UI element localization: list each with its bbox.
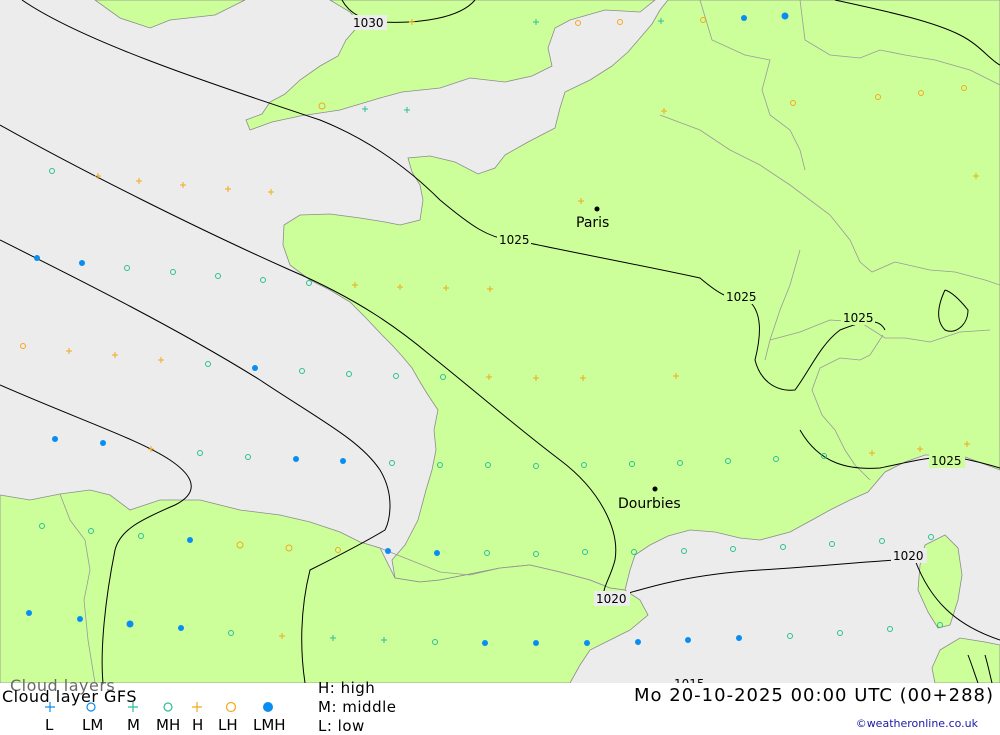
legend-key-low: L: low — [318, 717, 365, 735]
legend-abbr-lm: LM — [82, 716, 104, 734]
isobar-label: 1025 — [726, 290, 757, 304]
legend-abbr-lmh: LMH — [253, 716, 286, 734]
isobar-label: 1025 — [931, 454, 962, 468]
isobar-label: 1030 — [353, 16, 384, 30]
forecast-datetime: Mo 20-10-2025 00:00 UTC (00+288) — [634, 685, 994, 706]
low-symbol-icon — [45, 702, 55, 712]
city-label-dourbies: Dourbies — [618, 496, 681, 512]
isobar-label: 1025 — [499, 233, 530, 247]
low-middle-high-symbol-icon — [263, 702, 273, 712]
middle-symbol-icon — [128, 702, 138, 712]
high-symbol-icon — [192, 702, 202, 712]
legend-abbr-lh: LH — [218, 716, 238, 734]
city-label-paris: Paris — [576, 215, 609, 231]
legend-symbols — [45, 701, 273, 713]
low-high-symbol-icon — [225, 701, 237, 713]
legend-abbr-h: H — [192, 716, 204, 734]
legend-abbr-m: M — [127, 716, 140, 734]
isobar-label: 1020 — [893, 549, 924, 563]
source-credit-link[interactable]: ©weatheronline.co.uk — [856, 717, 978, 730]
low-middle-symbol-icon — [86, 702, 96, 712]
legend-key-middle: M: middle — [318, 698, 397, 716]
legend-abbr-mh: MH — [156, 716, 181, 734]
dourbies-dot — [652, 486, 658, 492]
paris-dot — [594, 206, 600, 212]
weather-map: 1030 1025 1025 1025 1025 1020 1020 1015 … — [0, 0, 1000, 683]
isobar-label: 1020 — [596, 592, 627, 606]
legend-key-high: H: high — [318, 679, 376, 697]
legend-abbr-l: L — [45, 716, 54, 734]
isobar-label: 1025 — [843, 311, 874, 325]
middle-high-symbol-icon — [163, 702, 173, 712]
